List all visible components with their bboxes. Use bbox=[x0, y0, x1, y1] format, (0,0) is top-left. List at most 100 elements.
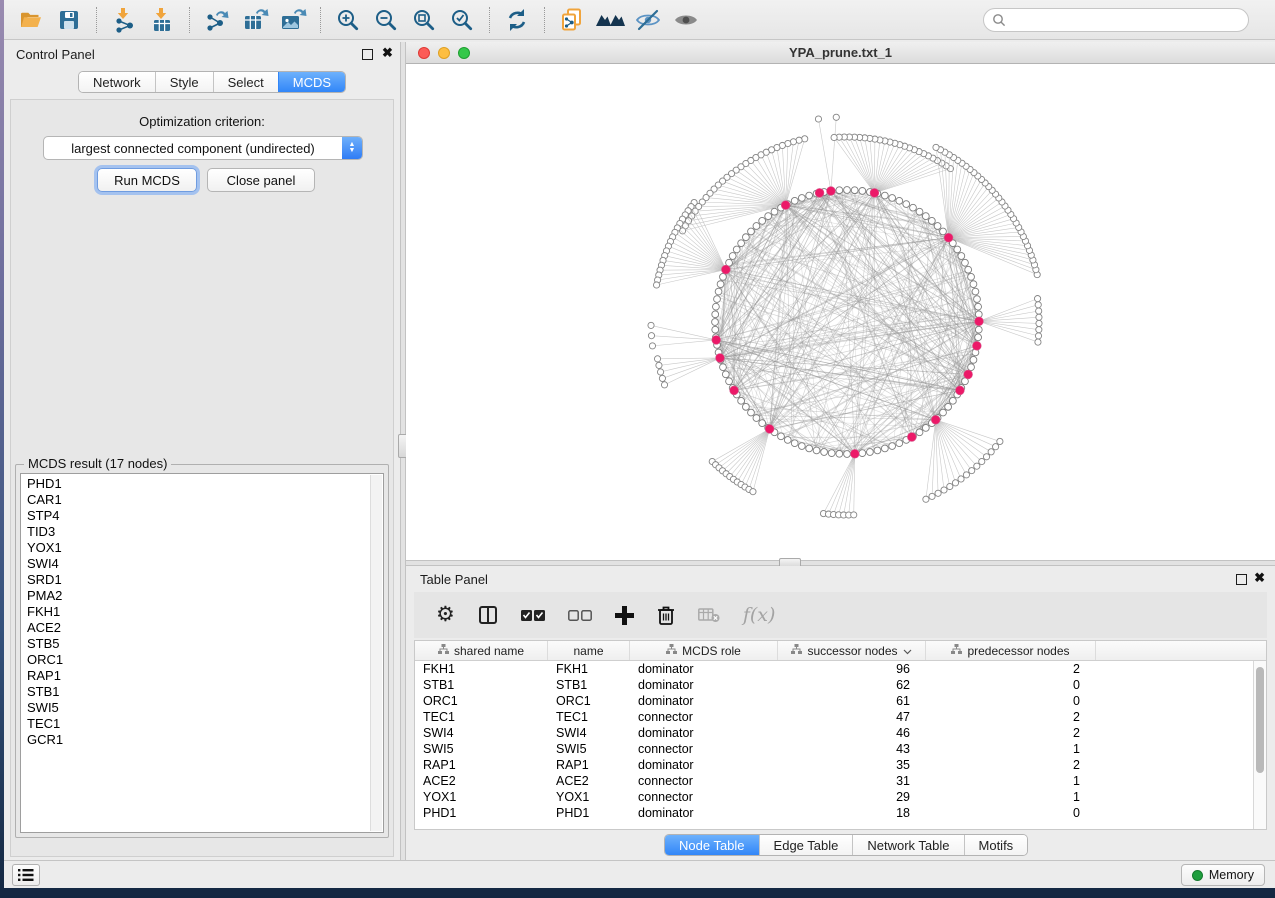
list-item[interactable]: STB1 bbox=[21, 684, 369, 700]
network-window-title: YPA_prune.txt_1 bbox=[789, 45, 892, 60]
deselect-all-columns-icon[interactable] bbox=[568, 600, 592, 630]
cell-predecessor_nodes: 0 bbox=[926, 694, 1096, 708]
list-item[interactable]: STP4 bbox=[21, 508, 369, 524]
float-panel-icon[interactable] bbox=[362, 49, 373, 60]
table-vertical-scrollbar[interactable] bbox=[1253, 661, 1266, 829]
list-item[interactable]: CAR1 bbox=[21, 492, 369, 508]
main-toolbar bbox=[4, 0, 1275, 40]
cell-successor_nodes: 31 bbox=[778, 774, 926, 788]
column-header-label: predecessor nodes bbox=[967, 644, 1069, 658]
export-network-icon[interactable] bbox=[198, 4, 236, 36]
list-item[interactable]: SWI4 bbox=[21, 556, 369, 572]
list-item[interactable]: PMA2 bbox=[21, 588, 369, 604]
list-item[interactable]: SRD1 bbox=[21, 572, 369, 588]
search-input[interactable] bbox=[1011, 13, 1240, 27]
list-item[interactable]: SWI5 bbox=[21, 700, 369, 716]
network-graph[interactable] bbox=[406, 64, 1275, 560]
list-item[interactable]: GCR1 bbox=[21, 732, 369, 748]
mcds-tab-content: Optimization criterion: largest connecte… bbox=[10, 99, 394, 857]
apply-preferred-layout-icon[interactable] bbox=[498, 4, 536, 36]
cell-shared_name: TEC1 bbox=[415, 710, 548, 724]
close-window-icon[interactable] bbox=[418, 47, 430, 59]
list-item[interactable]: ACE2 bbox=[21, 620, 369, 636]
import-network-icon[interactable] bbox=[105, 4, 143, 36]
memory-button[interactable]: Memory bbox=[1181, 864, 1265, 886]
column-header-successor-nodes[interactable]: successor nodes bbox=[778, 641, 926, 660]
tab-network[interactable]: Network bbox=[79, 72, 155, 92]
cell-predecessor_nodes: 0 bbox=[926, 806, 1096, 820]
column-header-name[interactable]: name bbox=[548, 641, 630, 660]
table-panel: Table Panel ✖ ⚙ f(x) bbox=[406, 566, 1275, 860]
run-mcds-button[interactable]: Run MCDS bbox=[97, 168, 197, 192]
tab-mcds[interactable]: MCDS bbox=[278, 72, 345, 92]
cell-shared_name: PHD1 bbox=[415, 806, 548, 820]
memory-button-label: Memory bbox=[1209, 868, 1254, 882]
table-options-gear-icon[interactable]: ⚙ bbox=[436, 600, 455, 630]
export-image-icon[interactable] bbox=[274, 4, 312, 36]
list-item[interactable]: FKH1 bbox=[21, 604, 369, 620]
list-item[interactable]: TEC1 bbox=[21, 716, 369, 732]
cell-name: SWI4 bbox=[548, 726, 630, 740]
show-column-icon[interactable] bbox=[478, 600, 498, 630]
list-item[interactable]: YOX1 bbox=[21, 540, 369, 556]
list-item[interactable]: TID3 bbox=[21, 524, 369, 540]
table-row[interactable]: STB1STB1dominator620 bbox=[415, 677, 1266, 693]
delete-column-icon[interactable] bbox=[657, 600, 675, 630]
minimize-window-icon[interactable] bbox=[438, 47, 450, 59]
tab-style[interactable]: Style bbox=[155, 72, 213, 92]
float-panel-icon[interactable] bbox=[1236, 574, 1247, 585]
zoom-in-icon[interactable] bbox=[329, 4, 367, 36]
tab-select[interactable]: Select bbox=[213, 72, 278, 92]
cell-shared_name: SWI4 bbox=[415, 726, 548, 740]
zoom-out-icon[interactable] bbox=[367, 4, 405, 36]
scrollbar-thumb[interactable] bbox=[1256, 667, 1264, 773]
close-panel-icon[interactable]: ✖ bbox=[1254, 570, 1265, 586]
import-table-icon[interactable] bbox=[143, 4, 181, 36]
cell-name: RAP1 bbox=[548, 758, 630, 772]
cell-name: ORC1 bbox=[548, 694, 630, 708]
export-table-icon[interactable] bbox=[236, 4, 274, 36]
table-row[interactable]: RAP1RAP1dominator352 bbox=[415, 757, 1266, 773]
table-row[interactable]: YOX1YOX1connector291 bbox=[415, 789, 1266, 805]
list-item[interactable]: STB5 bbox=[21, 636, 369, 652]
table-tab-edge-table[interactable]: Edge Table bbox=[759, 835, 853, 855]
show-all-icon[interactable] bbox=[667, 4, 705, 36]
toolbar-separator bbox=[320, 7, 321, 33]
column-header-MCDS-role[interactable]: MCDS role bbox=[630, 641, 778, 660]
cell-predecessor_nodes: 1 bbox=[926, 790, 1096, 804]
list-item[interactable]: PHD1 bbox=[21, 476, 369, 492]
table-row[interactable]: SWI4SWI4dominator462 bbox=[415, 725, 1266, 741]
cell-shared_name: SWI5 bbox=[415, 742, 548, 756]
open-folder-icon[interactable] bbox=[12, 4, 50, 36]
select-all-columns-icon[interactable] bbox=[521, 600, 545, 630]
hide-selected-icon[interactable] bbox=[629, 4, 667, 36]
column-header-shared-name[interactable]: shared name bbox=[415, 641, 548, 660]
table-row[interactable]: PHD1PHD1dominator180 bbox=[415, 805, 1266, 821]
clone-network-icon[interactable] bbox=[553, 4, 591, 36]
table-tab-network-table[interactable]: Network Table bbox=[852, 835, 963, 855]
table-tab-node-table[interactable]: Node Table bbox=[665, 835, 759, 855]
table-tab-motifs[interactable]: Motifs bbox=[964, 835, 1028, 855]
select-first-neighbors-icon[interactable] bbox=[591, 4, 629, 36]
save-session-icon[interactable] bbox=[50, 4, 88, 36]
cell-predecessor_nodes: 1 bbox=[926, 774, 1096, 788]
create-column-icon[interactable] bbox=[615, 600, 634, 630]
list-item[interactable]: ORC1 bbox=[21, 652, 369, 668]
close-panel-button[interactable]: Close panel bbox=[207, 168, 315, 192]
network-canvas[interactable] bbox=[406, 64, 1275, 560]
cell-shared_name: ACE2 bbox=[415, 774, 548, 788]
table-row[interactable]: ACE2ACE2connector311 bbox=[415, 773, 1266, 789]
table-row[interactable]: ORC1ORC1dominator610 bbox=[415, 693, 1266, 709]
maximize-window-icon[interactable] bbox=[458, 47, 470, 59]
close-panel-icon[interactable]: ✖ bbox=[382, 45, 393, 61]
zoom-selected-region-icon[interactable] bbox=[443, 4, 481, 36]
list-item[interactable]: RAP1 bbox=[21, 668, 369, 684]
mcds-result-scrollbar[interactable] bbox=[370, 475, 382, 831]
table-row[interactable]: FKH1FKH1dominator962 bbox=[415, 661, 1266, 677]
table-row[interactable]: SWI5SWI5connector431 bbox=[415, 741, 1266, 757]
criterion-dropdown[interactable]: largest connected component (undirected)… bbox=[43, 136, 363, 160]
table-row[interactable]: TEC1TEC1connector472 bbox=[415, 709, 1266, 725]
column-header-predecessor-nodes[interactable]: predecessor nodes bbox=[926, 641, 1096, 660]
zoom-fit-content-icon[interactable] bbox=[405, 4, 443, 36]
task-history-icon[interactable] bbox=[12, 864, 40, 886]
